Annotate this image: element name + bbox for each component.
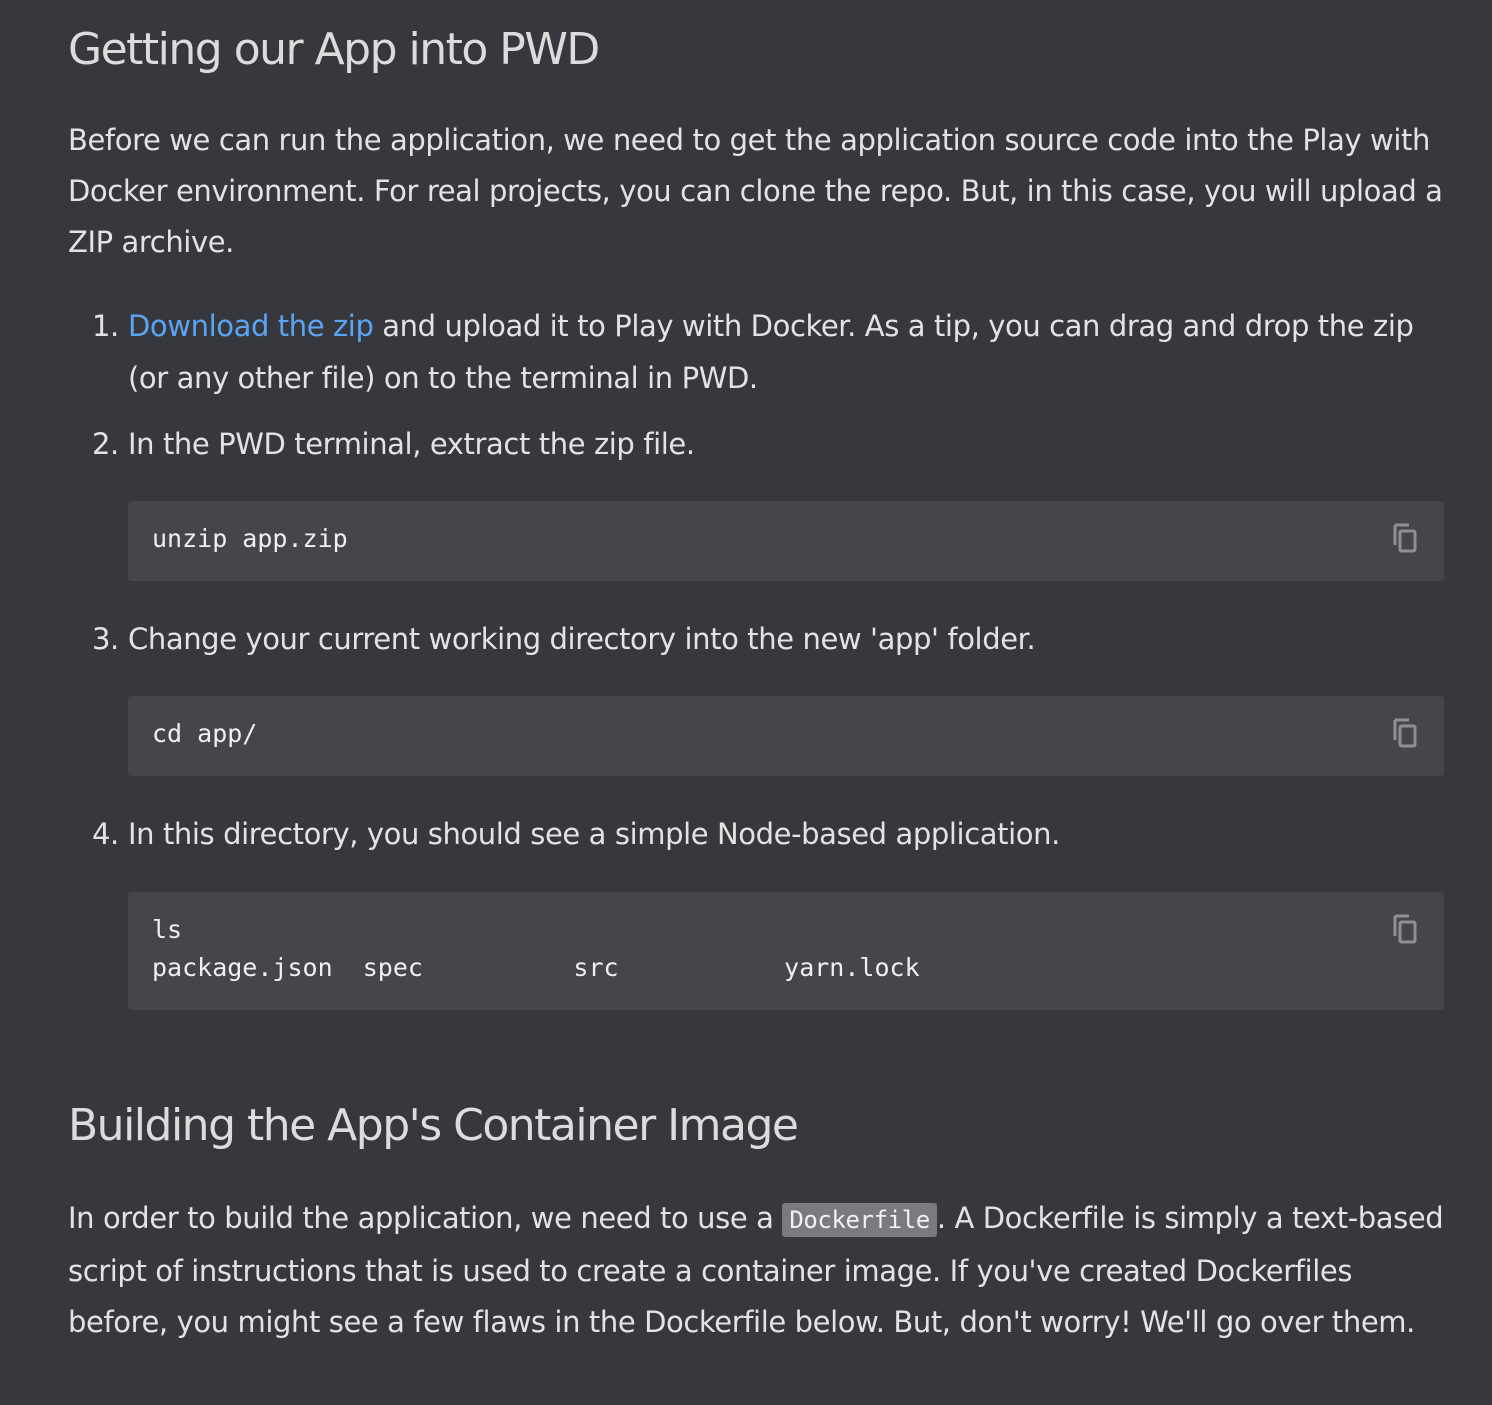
step-text: Download the zip and upload it to Play w… — [128, 300, 1428, 404]
step-text: Change your current working directory in… — [128, 622, 1036, 656]
code-text[interactable]: unzip app.zip — [152, 520, 1420, 558]
copy-icon[interactable] — [1390, 912, 1420, 946]
copy-icon[interactable] — [1390, 521, 1420, 555]
copy-icon[interactable] — [1390, 716, 1420, 750]
inline-code-dockerfile: Dockerfile — [782, 1203, 937, 1237]
section-heading-pwd: Getting our App into PWD — [68, 24, 600, 75]
code-block-cd: cd app/ — [128, 696, 1444, 776]
step-text: In the PWD terminal, extract the zip fil… — [128, 427, 695, 461]
code-block-ls: ls package.json spec src yarn.lock — [128, 892, 1444, 1010]
code-block-unzip: unzip app.zip — [128, 501, 1444, 581]
step-number: 2. — [92, 427, 119, 461]
code-text[interactable]: cd app/ — [152, 715, 1420, 753]
build-paragraph: In order to build the application, we ne… — [68, 1193, 1444, 1348]
intro-paragraph: Before we can run the application, we ne… — [68, 123, 1443, 259]
step-number: 1. — [92, 309, 119, 343]
build-text-before: In order to build the application, we ne… — [68, 1201, 783, 1235]
step-number: 4. — [92, 817, 119, 851]
step-text: In this directory, you should see a simp… — [128, 817, 1060, 851]
download-zip-link[interactable]: Download the zip — [128, 309, 374, 343]
section-heading-build: Building the App's Container Image — [68, 1100, 799, 1151]
step-number: 3. — [92, 622, 119, 656]
code-text[interactable]: ls package.json spec src yarn.lock — [152, 911, 1420, 987]
